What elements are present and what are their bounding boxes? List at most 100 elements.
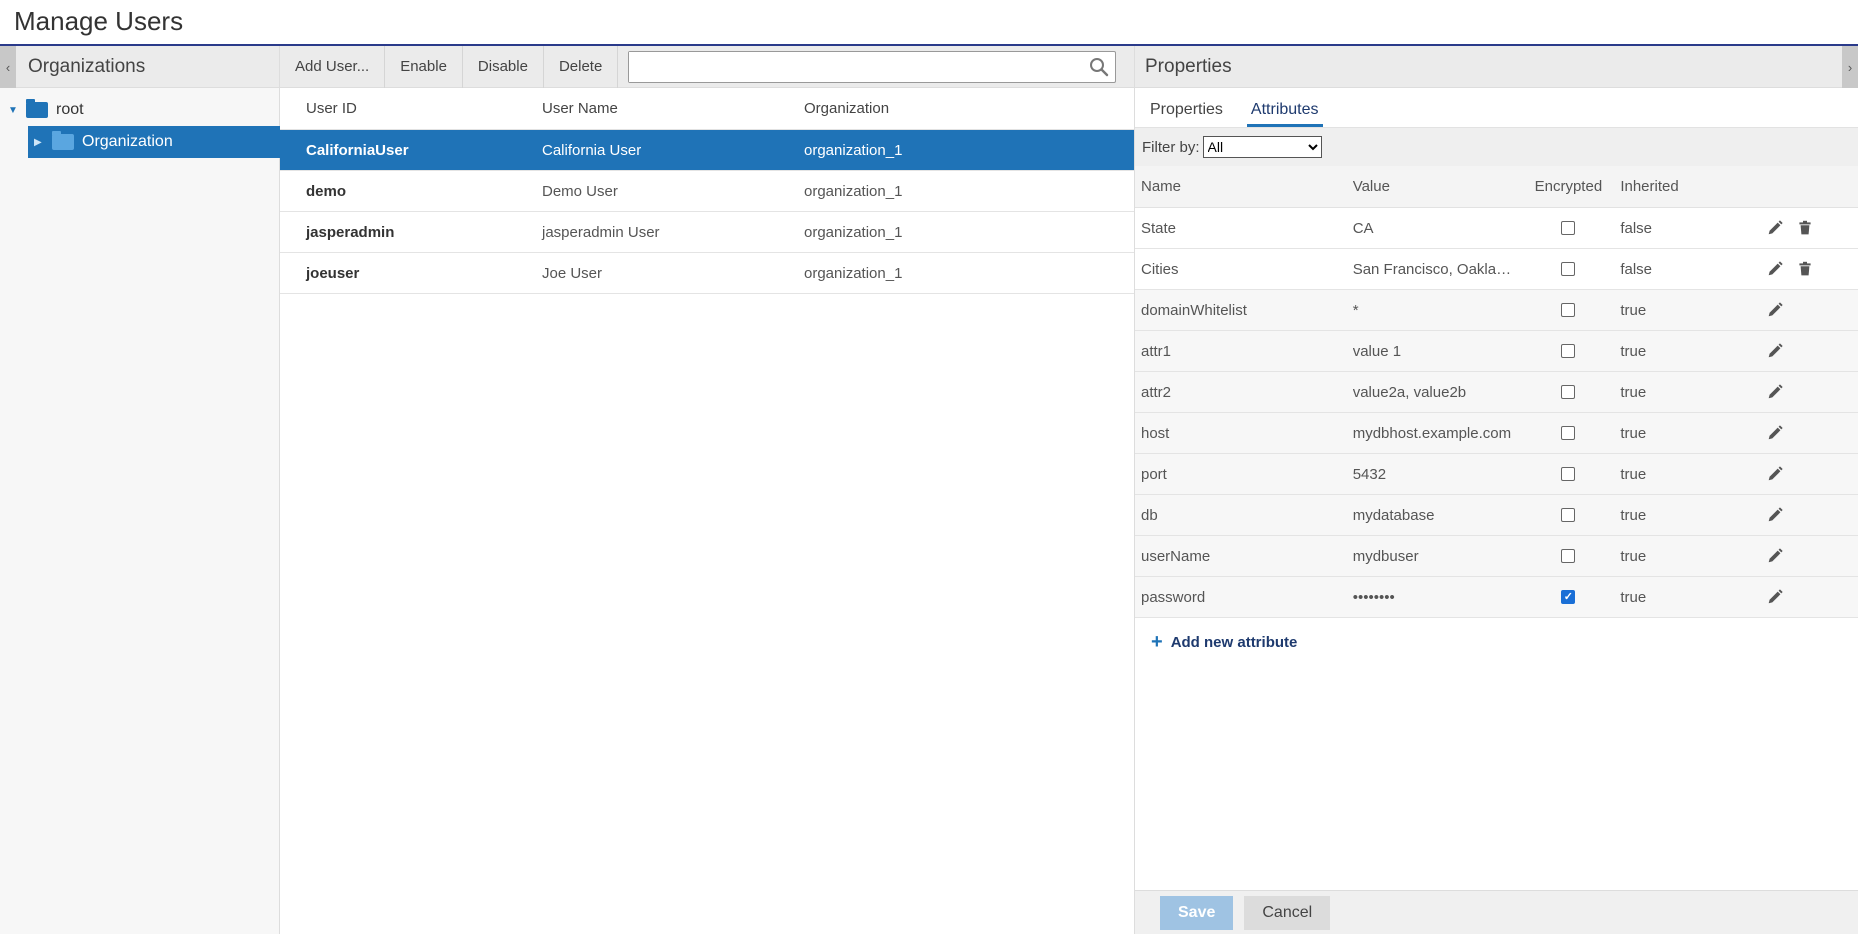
column-header-inherited: Inherited xyxy=(1620,178,1679,195)
cancel-button[interactable]: Cancel xyxy=(1244,895,1331,930)
enable-button[interactable]: Enable xyxy=(385,45,463,88)
attribute-row[interactable]: attr1 value 1 true xyxy=(1135,331,1858,372)
organizations-panel: ‹ Organizations ▼ root ▶ Organization xyxy=(0,46,280,934)
tab-properties[interactable]: Properties xyxy=(1150,101,1223,127)
encrypted-checkbox[interactable] xyxy=(1561,344,1576,358)
encrypted-checkbox[interactable]: ✓ xyxy=(1561,590,1576,604)
search-icon[interactable] xyxy=(1089,57,1109,77)
attribute-row[interactable]: attr2 value2a, value2b true xyxy=(1135,372,1858,413)
attribute-name: State xyxy=(1141,219,1177,237)
attribute-actions xyxy=(1764,340,1858,362)
attribute-value: mydatabase xyxy=(1352,506,1435,524)
add-attribute-button[interactable]: + Add new attribute xyxy=(1135,618,1858,666)
save-button[interactable]: Save xyxy=(1160,895,1234,930)
properties-header: Properties › xyxy=(1135,46,1858,88)
edit-pencil-icon[interactable] xyxy=(1764,504,1786,526)
user-id: joeuser xyxy=(306,264,360,282)
users-table-header: User ID User Name Organization xyxy=(280,88,1134,130)
attribute-inherited: true xyxy=(1620,342,1647,360)
attribute-row[interactable]: State CA false xyxy=(1135,208,1858,249)
user-name: jasperadmin User xyxy=(542,223,660,241)
encrypted-checkbox[interactable] xyxy=(1561,467,1576,481)
user-id: jasperadmin xyxy=(306,223,395,241)
encrypted-checkbox[interactable] xyxy=(1561,385,1576,399)
users-panel: Add User... Enable Disable Delete User I… xyxy=(280,45,1134,934)
edit-pencil-icon[interactable] xyxy=(1764,545,1786,567)
properties-title: Properties xyxy=(1145,56,1232,77)
delete-button[interactable]: Delete xyxy=(544,45,619,88)
users-table-body: CaliforniaUser California User organizat… xyxy=(280,130,1134,294)
column-header-user-id[interactable]: User ID xyxy=(280,100,542,117)
folder-icon xyxy=(52,131,74,150)
organizations-title: Organizations xyxy=(28,56,146,77)
attribute-name: db xyxy=(1141,506,1158,524)
edit-pencil-icon[interactable] xyxy=(1764,586,1786,608)
encrypted-checkbox-cell xyxy=(1520,303,1616,317)
users-toolbar: Add User... Enable Disable Delete xyxy=(280,45,1134,88)
delete-trash-icon[interactable] xyxy=(1794,258,1816,280)
edit-pencil-icon[interactable] xyxy=(1764,217,1786,239)
encrypted-checkbox[interactable] xyxy=(1561,303,1576,317)
plus-icon: + xyxy=(1151,630,1163,653)
attribute-row[interactable]: Cities San Francisco, Oakland, San Jose fa… xyxy=(1135,249,1858,290)
filter-select[interactable]: All xyxy=(1202,136,1322,158)
tree-node-label: Organization xyxy=(82,133,173,150)
attribute-row[interactable]: host mydbhost.example.com true xyxy=(1135,413,1858,454)
attribute-inherited: false xyxy=(1620,260,1653,278)
edit-pencil-icon[interactable] xyxy=(1764,381,1786,403)
user-organization: organization_1 xyxy=(804,223,903,241)
properties-tabs: Properties Attributes xyxy=(1135,88,1858,128)
collapse-right-icon[interactable]: › xyxy=(1842,46,1858,88)
edit-pencil-icon[interactable] xyxy=(1764,258,1786,280)
encrypted-checkbox-cell xyxy=(1520,549,1616,563)
add-user-button[interactable]: Add User... xyxy=(280,45,386,88)
edit-pencil-icon[interactable] xyxy=(1764,340,1786,362)
user-organization: organization_1 xyxy=(804,141,903,159)
add-attribute-label: Add new attribute xyxy=(1170,633,1298,651)
edit-pencil-icon[interactable] xyxy=(1764,422,1786,444)
attribute-inherited: false xyxy=(1620,219,1653,237)
attribute-inherited: true xyxy=(1620,547,1647,565)
encrypted-checkbox[interactable] xyxy=(1561,262,1576,276)
attribute-row[interactable]: password •••••••• ✓ true xyxy=(1135,577,1858,618)
disable-button[interactable]: Disable xyxy=(463,45,544,88)
tab-attributes[interactable]: Attributes xyxy=(1246,101,1323,127)
organization-tree: ▼ root ▶ Organization xyxy=(0,88,280,158)
tree-node-root[interactable]: ▼ root xyxy=(0,94,279,126)
encrypted-checkbox[interactable] xyxy=(1561,221,1576,235)
attribute-actions xyxy=(1764,258,1858,280)
encrypted-checkbox[interactable] xyxy=(1561,426,1576,440)
delete-trash-icon[interactable] xyxy=(1794,217,1816,239)
encrypted-checkbox-cell xyxy=(1520,508,1616,522)
attribute-row[interactable]: port 5432 true xyxy=(1135,454,1858,495)
attribute-value: San Francisco, Oakland, San Jose xyxy=(1352,260,1521,278)
table-row[interactable]: joeuser Joe User organization_1 xyxy=(280,253,1134,294)
column-header-organization[interactable]: Organization xyxy=(804,100,1104,117)
attribute-row[interactable]: db mydatabase true xyxy=(1135,495,1858,536)
encrypted-checkbox-cell: ✓ xyxy=(1520,590,1616,604)
encrypted-checkbox[interactable] xyxy=(1561,549,1576,563)
edit-pencil-icon[interactable] xyxy=(1764,299,1786,321)
attribute-actions xyxy=(1764,504,1858,526)
edit-pencil-icon[interactable] xyxy=(1764,463,1786,485)
collapse-left-icon[interactable]: ‹ xyxy=(0,46,16,88)
column-header-user-name[interactable]: User Name xyxy=(542,100,804,117)
attribute-inherited: true xyxy=(1620,301,1647,319)
table-row[interactable]: jasperadmin jasperadmin User organizatio… xyxy=(280,212,1134,253)
search-input[interactable] xyxy=(629,51,1080,82)
attribute-row[interactable]: userName mydbuser true xyxy=(1135,536,1858,577)
tree-node-organization[interactable]: ▶ Organization xyxy=(28,126,280,158)
encrypted-checkbox[interactable] xyxy=(1561,508,1576,522)
attribute-actions xyxy=(1764,381,1858,403)
attribute-value: * xyxy=(1352,301,1359,319)
expanded-triangle-icon[interactable]: ▼ xyxy=(8,105,20,116)
organizations-header: ‹ Organizations xyxy=(0,46,279,88)
user-organization: organization_1 xyxy=(804,182,903,200)
attribute-actions xyxy=(1764,463,1858,485)
attribute-name: attr2 xyxy=(1141,383,1172,401)
attribute-row[interactable]: domainWhitelist * true xyxy=(1135,290,1858,331)
properties-panel: Properties › Properties Attributes Filte… xyxy=(1134,46,1858,934)
collapsed-triangle-icon[interactable]: ▶ xyxy=(34,137,46,148)
table-row[interactable]: demo Demo User organization_1 xyxy=(280,171,1134,212)
table-row[interactable]: CaliforniaUser California User organizat… xyxy=(280,130,1134,171)
